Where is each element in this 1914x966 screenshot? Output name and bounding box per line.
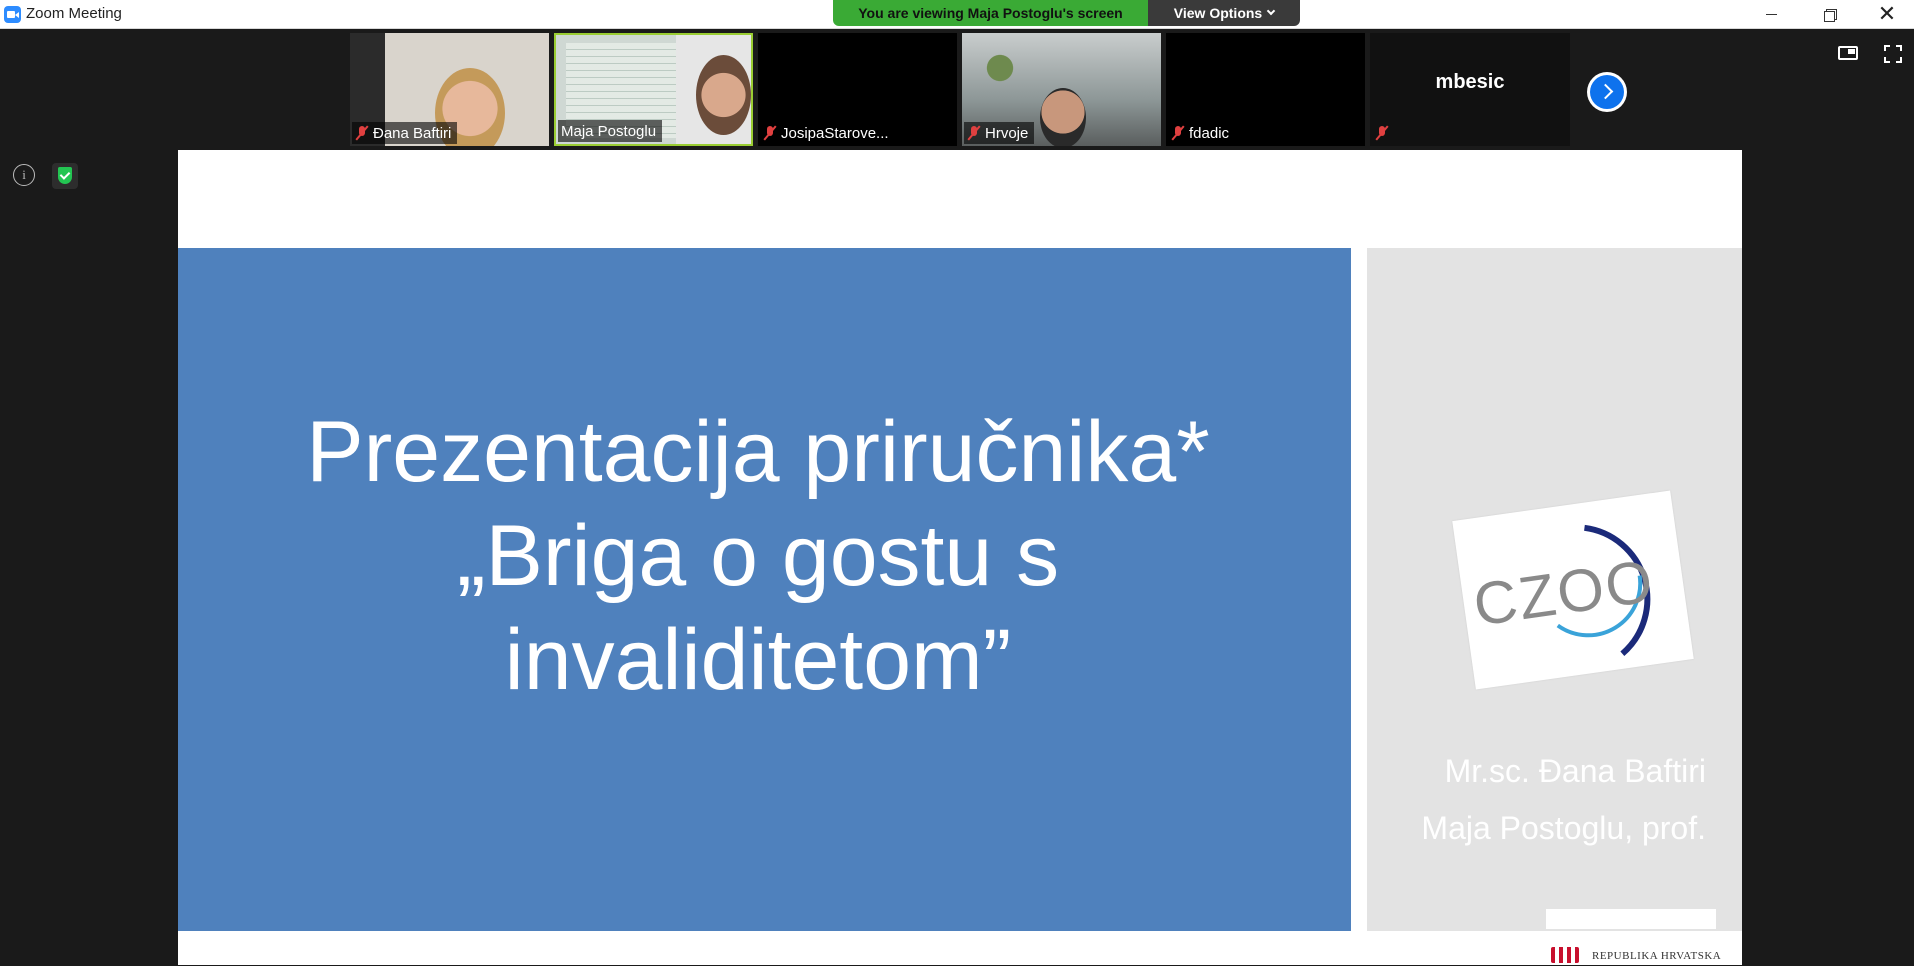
video-tile-mbesic[interactable]: mbesic	[1370, 33, 1570, 146]
mic-muted-icon	[1171, 125, 1185, 141]
minimize-button[interactable]	[1742, 0, 1800, 28]
slide-author-2: Maja Postoglu, prof.	[1421, 810, 1706, 846]
slide-footer-box	[1546, 909, 1716, 929]
view-options-label: View Options	[1173, 5, 1263, 21]
shared-screen-slide: Prezentacija priručnika* „Briga o gostu …	[178, 150, 1742, 965]
participant-video	[696, 55, 751, 135]
participant-name: Maja Postoglu	[561, 122, 657, 140]
republic-label: REPUBLIKA HRVATSKA	[1592, 950, 1722, 962]
participant-name: Đana Baftiri	[373, 124, 452, 142]
slide-title-line: Prezentacija priručnika*	[306, 404, 1210, 500]
video-tile-fdadic[interactable]: fdadic	[1166, 33, 1365, 146]
participant-name: mbesic	[1435, 71, 1505, 93]
mic-muted-icon	[763, 125, 777, 141]
close-button[interactable]: ✕	[1858, 0, 1914, 28]
participant-name: fdadic	[1189, 124, 1230, 142]
fullscreen-icon[interactable]	[1884, 45, 1902, 63]
participant-name-tag: JosipaStarove...	[760, 122, 895, 144]
restore-button[interactable]	[1800, 0, 1858, 28]
meeting-info-icon[interactable]: i	[13, 164, 35, 186]
viewing-screen-banner: You are viewing Maja Postoglu's screen	[833, 0, 1148, 26]
slide-author-1: Mr.sc. Đana Baftiri	[1444, 753, 1706, 789]
next-participants-button[interactable]	[1587, 72, 1627, 112]
participant-video	[1040, 88, 1086, 146]
video-tile-hrvoje[interactable]: Hrvoje	[962, 33, 1161, 146]
mic-muted-icon	[1375, 125, 1389, 141]
participant-name-tag: fdadic	[1168, 122, 1236, 144]
participant-name-tag: Hrvoje	[964, 122, 1035, 144]
video-tile-maja-postoglu[interactable]: Maja Postoglu	[554, 33, 753, 146]
participant-name-tag: Đana Baftiri	[352, 122, 458, 144]
croatia-coat-of-arms-icon	[1551, 947, 1579, 963]
security-shield-icon[interactable]	[52, 163, 78, 189]
participant-video-background	[980, 43, 1020, 93]
chevron-right-icon	[1590, 75, 1624, 109]
slide-title-line: invaliditetom”	[504, 612, 1012, 708]
mic-muted-icon	[355, 125, 369, 141]
slide-title-line: „Briga o gostu s	[456, 508, 1060, 604]
czoo-logo: CZOO	[1452, 490, 1694, 690]
video-tile-dana-baftiri[interactable]: Đana Baftiri	[350, 33, 549, 146]
close-icon: ✕	[1877, 1, 1897, 26]
video-tile-josipastarove[interactable]: JosipaStarove...	[758, 33, 957, 146]
participant-name-tag	[1372, 122, 1395, 144]
view-options-button[interactable]: View Options	[1148, 0, 1300, 26]
participant-name-tag: Maja Postoglu	[558, 120, 663, 142]
participant-name: Hrvoje	[985, 124, 1029, 142]
restore-icon	[1823, 8, 1837, 22]
minimize-icon	[1765, 13, 1777, 15]
layout-toggle-icon[interactable]	[1838, 46, 1858, 60]
chevron-down-icon	[1266, 6, 1276, 16]
slide-title: Prezentacija priručnika* „Briga o gostu …	[238, 400, 1278, 712]
window-title: Zoom Meeting	[26, 5, 122, 22]
zoom-app-icon	[4, 6, 21, 23]
mic-muted-icon	[967, 125, 981, 141]
participant-name: JosipaStarove...	[781, 124, 889, 142]
